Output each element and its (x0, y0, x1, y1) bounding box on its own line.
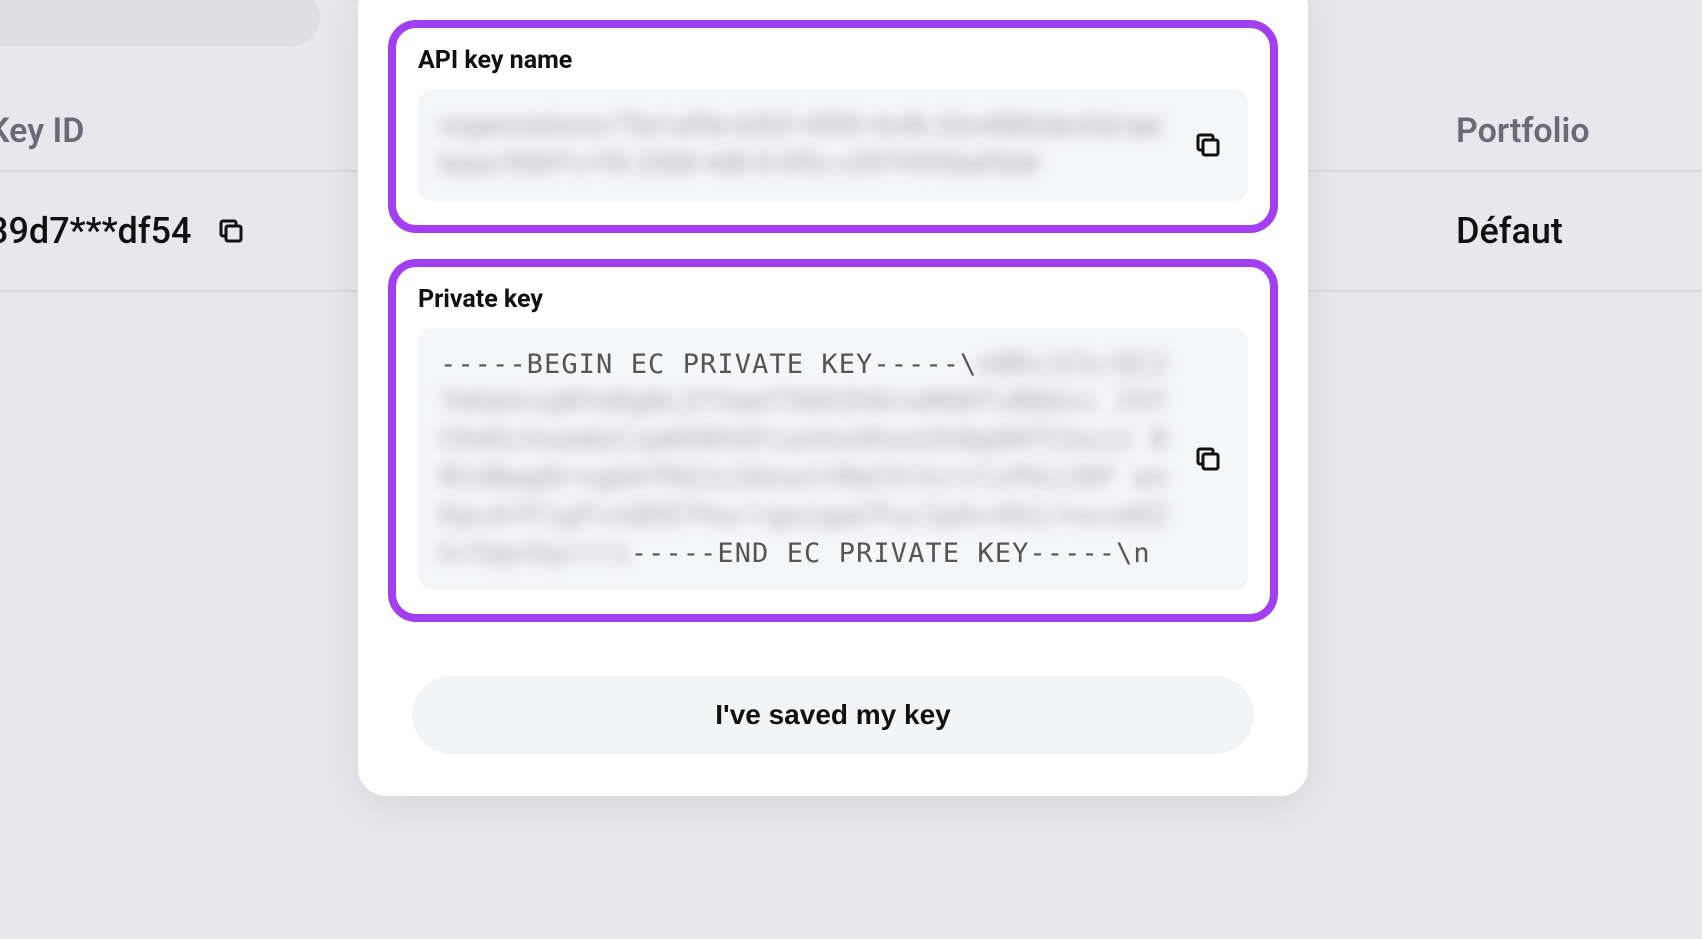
api-key-name-redacted: organizations/75e1af5e b263 4590 4c4b 26… (440, 109, 1163, 179)
private-key-end: -----END EC PRIVATE KEY-----\n (631, 538, 1151, 569)
copy-icon (1193, 444, 1223, 474)
api-key-name-value: organizations/75e1af5e b263 4590 4c4b 26… (440, 107, 1172, 183)
cell-portfolio: Défaut (1456, 210, 1563, 252)
api-key-created-modal: API key name organizations/75e1af5e b263… (358, 0, 1308, 796)
tab-pill[interactable] (0, 0, 320, 46)
api-key-name-value-box: organizations/75e1af5e b263 4590 4c4b 26… (418, 89, 1248, 201)
private-key-value-box: -----BEGIN EC PRIVATE KEY-----\n8Rc1Ck/6… (418, 328, 1248, 591)
api-key-name-section: API key name organizations/75e1af5e b263… (388, 20, 1278, 233)
copy-key-id-button[interactable] (209, 209, 253, 253)
copy-icon (216, 216, 246, 246)
copy-icon (1193, 130, 1223, 160)
column-header-key-id: Key ID (0, 111, 84, 151)
private-key-label: Private key (418, 285, 1248, 314)
column-header-portfolio: Portfolio (1456, 111, 1590, 151)
cell-key-id: 39d7***df54 (0, 210, 191, 252)
private-key-begin: -----BEGIN EC PRIVATE KEY-----\ (440, 349, 977, 380)
copy-api-key-name-button[interactable] (1186, 123, 1230, 167)
ive-saved-my-key-button[interactable]: I've saved my key (412, 676, 1254, 754)
private-key-section: Private key -----BEGIN EC PRIVATE KEY---… (388, 259, 1278, 623)
private-key-redacted: n8Rc1Ck/6C27mSekiq8YoDg6LZfSaeT5OXZh6rwR… (440, 349, 1168, 569)
private-key-value: -----BEGIN EC PRIVATE KEY-----\n8Rc1Ck/6… (440, 346, 1172, 573)
copy-private-key-button[interactable] (1186, 437, 1230, 481)
api-key-name-label: API key name (418, 46, 1248, 75)
